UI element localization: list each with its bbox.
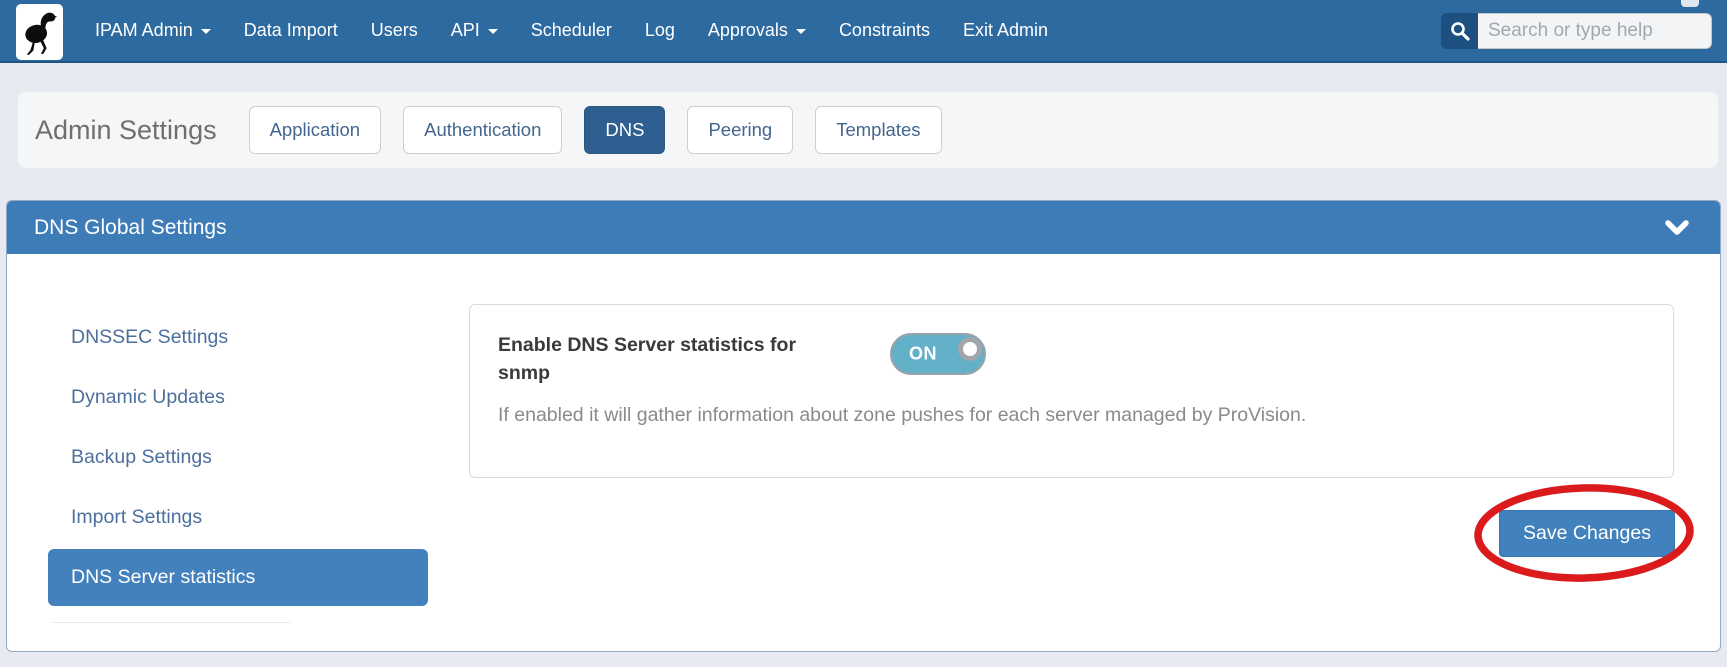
nav-label: IPAM Admin [95, 20, 193, 41]
caret-down-icon [201, 29, 211, 34]
sidebar-item-backup-settings[interactable]: Backup Settings [48, 429, 428, 486]
setting-row: Enable DNS Server statistics for snmp ON [498, 331, 1645, 388]
caret-down-icon [488, 29, 498, 34]
page-title: Admin Settings [35, 115, 217, 146]
global-search [1441, 13, 1712, 49]
nav-label: Users [371, 20, 418, 41]
nav-label: Scheduler [531, 20, 612, 41]
nav-label: Exit Admin [963, 20, 1048, 41]
dns-statistics-setting-card: Enable DNS Server statistics for snmp ON… [469, 304, 1674, 478]
panel-header: DNS Global Settings [7, 201, 1720, 254]
nav-item-approvals[interactable]: Approvals [708, 20, 806, 41]
panel-title: DNS Global Settings [34, 216, 227, 240]
tab-dns[interactable]: DNS [584, 106, 665, 154]
caret-down-icon [796, 29, 806, 34]
nav-label: Constraints [839, 20, 930, 41]
window-edge-artifact [1681, 0, 1699, 7]
sidebar-divider [51, 622, 291, 623]
settings-side-nav: DNSSEC Settings Dynamic Updates Backup S… [48, 309, 428, 609]
magnifier-icon [1449, 20, 1471, 42]
nav-item-ipam-admin[interactable]: IPAM Admin [95, 20, 211, 41]
snmp-statistics-toggle[interactable]: ON [890, 333, 986, 375]
tab-application[interactable]: Application [249, 106, 382, 154]
nav-item-log[interactable]: Log [645, 20, 675, 41]
setting-label: Enable DNS Server statistics for snmp [498, 331, 828, 388]
nav-item-constraints[interactable]: Constraints [839, 20, 930, 41]
app-logo[interactable] [16, 4, 63, 60]
save-changes-button[interactable]: Save Changes [1499, 510, 1675, 557]
nav-label: API [451, 20, 480, 41]
nav-menu: IPAM Admin Data Import Users API Schedul… [95, 20, 1048, 41]
sidebar-item-import-settings[interactable]: Import Settings [48, 489, 428, 546]
ostrich-logo-icon [21, 8, 59, 56]
tab-peering[interactable]: Peering [687, 106, 793, 154]
nav-label: Approvals [708, 20, 788, 41]
nav-item-api[interactable]: API [451, 20, 498, 41]
sidebar-item-dns-server-statistics[interactable]: DNS Server statistics [48, 549, 428, 606]
settings-tabs: Application Authentication DNS Peering T… [249, 106, 942, 154]
chevron-down-icon [1664, 220, 1690, 236]
top-navbar: IPAM Admin Data Import Users API Schedul… [0, 0, 1727, 63]
nav-item-scheduler[interactable]: Scheduler [531, 20, 612, 41]
tab-templates[interactable]: Templates [815, 106, 941, 154]
tab-authentication[interactable]: Authentication [403, 106, 562, 154]
sidebar-item-dynamic-updates[interactable]: Dynamic Updates [48, 369, 428, 426]
panel-body: DNSSEC Settings Dynamic Updates Backup S… [7, 254, 1720, 651]
search-button[interactable] [1441, 13, 1478, 49]
dns-global-settings-panel: DNS Global Settings DNSSEC Settings Dyna… [6, 200, 1721, 652]
nav-label: Log [645, 20, 675, 41]
nav-label: Data Import [244, 20, 338, 41]
toggle-knob[interactable] [958, 337, 982, 361]
search-input[interactable] [1478, 13, 1712, 49]
setting-description: If enabled it will gather information ab… [498, 404, 1645, 427]
admin-settings-bar: Admin Settings Application Authenticatio… [18, 92, 1718, 168]
sidebar-item-dnssec-settings[interactable]: DNSSEC Settings [48, 309, 428, 366]
nav-item-data-import[interactable]: Data Import [244, 20, 338, 41]
nav-item-users[interactable]: Users [371, 20, 418, 41]
collapse-toggle[interactable] [1664, 220, 1690, 236]
nav-item-exit-admin[interactable]: Exit Admin [963, 20, 1048, 41]
toggle-state-label: ON [909, 344, 937, 365]
